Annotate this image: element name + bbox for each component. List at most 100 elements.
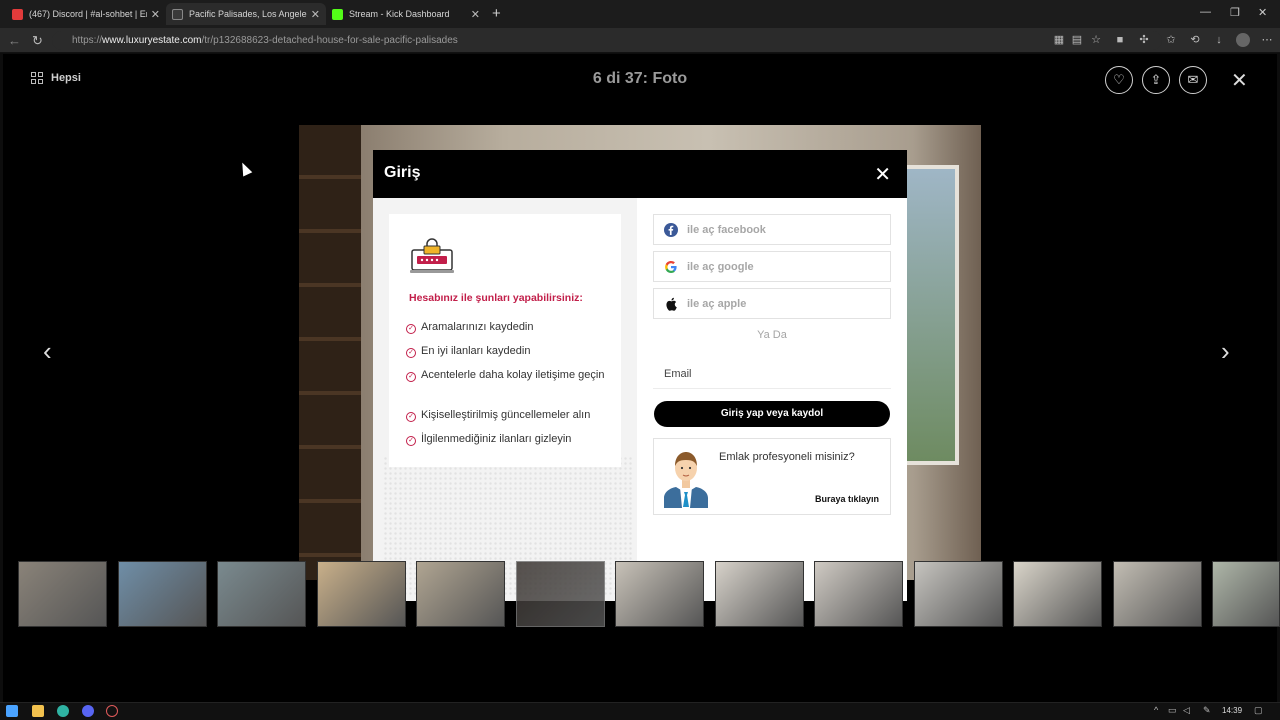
benefit-item: ✓ En iyi ilanları kaydedin <box>406 343 611 360</box>
luxuryestate-favicon-icon <box>172 8 183 20</box>
previous-photo-icon[interactable]: ‹ <box>43 336 52 367</box>
address-bar: ← ↻ https://www.luxuryestate.com/tr/p132… <box>0 28 1280 53</box>
tab-discord[interactable]: (467) Discord | #al-sohbet | En ✕ <box>6 3 166 25</box>
apps-icon[interactable]: ▦ <box>1052 33 1066 47</box>
benefits-pane: Hesabınız ile şunları yapabilirsiniz: ✓ A… <box>373 198 637 601</box>
check-circle-icon: ✓ <box>406 348 416 358</box>
windows-taskbar: ^ ▭ ◁ ✎ 14:39 ▢ <box>0 702 1280 720</box>
discord-favicon-icon <box>12 8 23 20</box>
apple-login-label: ile aç apple <box>687 297 747 310</box>
thumbnail-photo[interactable] <box>1013 561 1102 627</box>
thumbnail-photo[interactable] <box>814 561 903 627</box>
download-icon[interactable]: ↓ <box>1212 33 1226 47</box>
check-circle-icon: ✓ <box>406 324 416 334</box>
next-photo-icon[interactable]: › <box>1221 336 1230 367</box>
thumbnail-photo[interactable] <box>18 561 107 627</box>
url-domain: www.luxuryestate.com <box>102 35 202 46</box>
share-button[interactable]: ⇪ <box>1142 66 1170 94</box>
extension-icon[interactable]: ■ <box>1113 33 1127 47</box>
close-tab-icon[interactable]: ✕ <box>471 8 480 21</box>
google-login-label: ile aç google <box>687 260 754 273</box>
close-modal-icon[interactable]: ✕ <box>874 162 891 187</box>
browser-tab-bar: (467) Discord | #al-sohbet | En ✕ Pacifi… <box>0 0 1280 28</box>
tab-luxuryestate[interactable]: Pacific Palisades, Los Angeles, Cali ✕ <box>166 3 326 25</box>
url-prefix: https:// <box>72 35 103 46</box>
notifications-icon[interactable]: ▢ <box>1254 705 1263 716</box>
close-window-icon[interactable]: ✕ <box>1258 6 1267 19</box>
tray-chevron-icon[interactable]: ^ <box>1154 705 1158 715</box>
agent-question: Emlak profesyoneli misiniz? <box>719 451 855 463</box>
check-circle-icon: ✓ <box>406 372 416 382</box>
volume-icon[interactable]: ◁ <box>1183 705 1190 716</box>
share-icon: ⇪ <box>1150 72 1162 87</box>
reader-icon[interactable]: ▤ <box>1070 33 1084 47</box>
discord-icon[interactable] <box>82 705 94 717</box>
benefit-item: ✓ Kişiselleştirilmiş güncellemeler alın <box>406 407 611 424</box>
file-explorer-icon[interactable] <box>32 705 44 717</box>
login-or-register-button[interactable]: Giriş yap veya kaydol <box>654 401 890 427</box>
benefit-text: Acentelerle daha kolay iletişime geçin <box>421 369 605 381</box>
photo-bookshelf <box>299 125 361 580</box>
favorites-icon[interactable]: ✩ <box>1164 33 1178 47</box>
mail-icon: ✉ <box>1187 72 1199 87</box>
tab-kick[interactable]: Stream - Kick Dashboard ✕ <box>326 3 486 25</box>
close-tab-icon[interactable]: ✕ <box>151 8 160 21</box>
benefit-item: ✓ Aramalarınızı kaydedin <box>406 319 611 336</box>
favorite-star-icon[interactable]: ☆ <box>1089 33 1103 47</box>
close-tab-icon[interactable]: ✕ <box>311 8 320 21</box>
benefit-text: Kişiselleştirilmiş güncellemeler alın <box>421 409 591 421</box>
edge-icon[interactable] <box>57 705 69 717</box>
pen-icon[interactable]: ✎ <box>1203 705 1211 716</box>
close-gallery-icon[interactable]: ✕ <box>1231 68 1248 93</box>
email-field[interactable] <box>653 359 891 389</box>
thumbnail-photo[interactable] <box>715 561 804 627</box>
facebook-icon <box>664 222 678 237</box>
more-menu-icon[interactable]: ⋯ <box>1260 33 1274 47</box>
apple-icon <box>664 297 678 311</box>
thumbnail-photo[interactable] <box>914 561 1003 627</box>
benefits-heading: Hesabınız ile şunları yapabilirsiniz: <box>409 292 583 304</box>
reload-icon[interactable]: ↻ <box>32 33 43 49</box>
profile-avatar[interactable] <box>1236 33 1250 47</box>
benefit-text: İlgilenmediğiniz ilanları gizleyin <box>421 433 572 445</box>
login-modal: Giriş ✕ Hesabınız ile şunları yapabilirs… <box>373 150 907 601</box>
thumbnail-photo[interactable] <box>1113 561 1202 627</box>
google-login-button[interactable]: ile aç google <box>653 251 891 282</box>
start-icon[interactable] <box>6 705 18 717</box>
agent-avatar <box>664 452 708 508</box>
new-tab-icon[interactable]: + <box>492 5 501 22</box>
benefit-item: ✓ İlgilenmediğiniz ilanları gizleyin <box>406 431 611 448</box>
thumbnail-photo[interactable] <box>118 561 207 627</box>
check-circle-icon: ✓ <box>406 412 416 422</box>
app-icon[interactable] <box>106 705 118 717</box>
back-icon[interactable]: ← <box>8 33 21 48</box>
apple-login-button[interactable]: ile aç apple <box>653 288 891 319</box>
thumbnail-photo[interactable] <box>516 561 605 627</box>
url-field[interactable]: https://www.luxuryestate.com/tr/p1326886… <box>52 31 1162 50</box>
network-icon[interactable]: ▭ <box>1168 705 1177 716</box>
benefit-text: Aramalarınızı kaydedin <box>421 321 534 333</box>
puzzle-icon[interactable]: ✣ <box>1137 33 1151 47</box>
thumbnail-photo[interactable] <box>1212 561 1280 627</box>
check-circle-icon: ✓ <box>406 436 416 446</box>
benefit-item: ✓ Acentelerle daha kolay iletişime geçin <box>406 367 611 384</box>
favorite-button[interactable]: ♡ <box>1105 66 1133 94</box>
history-icon[interactable]: ⟲ <box>1188 33 1202 47</box>
or-divider: Ya Da <box>757 329 787 341</box>
kick-favicon-icon <box>332 8 343 20</box>
google-icon <box>664 260 678 274</box>
tab-label: Pacific Palisades, Los Angeles, Cali <box>189 9 307 19</box>
thumbnail-photo[interactable] <box>615 561 704 627</box>
taskbar-clock: 14:39 <box>1222 706 1243 715</box>
contact-button[interactable]: ✉ <box>1179 66 1207 94</box>
thumbnail-photo[interactable] <box>416 561 505 627</box>
facebook-login-label: ile aç facebook <box>687 223 766 236</box>
tab-label: (467) Discord | #al-sohbet | En <box>29 9 147 19</box>
thumbnail-photo[interactable] <box>217 561 306 627</box>
minimize-icon[interactable]: — <box>1200 6 1211 18</box>
photo-counter: 6 di 37: Foto <box>592 70 688 87</box>
agent-click-here-link[interactable]: Buraya tıklayın <box>815 494 879 504</box>
thumbnail-photo[interactable] <box>317 561 406 627</box>
restore-icon[interactable]: ❐ <box>1230 6 1240 19</box>
facebook-login-button[interactable]: ile aç facebook <box>653 214 891 245</box>
